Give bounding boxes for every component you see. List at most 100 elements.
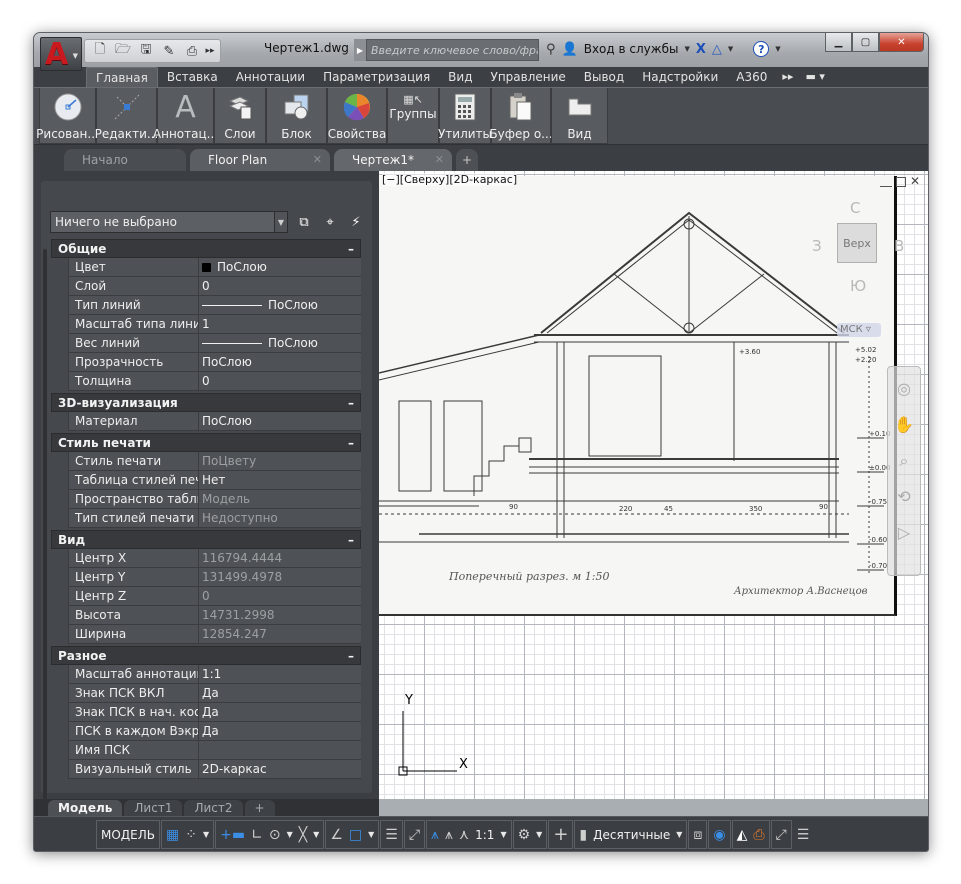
ribbon-tab-manage[interactable]: Управление (482, 67, 575, 87)
property-row[interactable]: Знак ПСК в нач. коо...Да (68, 703, 361, 722)
annotation-monitor-toggle[interactable]: + (548, 820, 574, 849)
property-value[interactable]: 2D-каркас (199, 760, 361, 778)
annotation-scale-icon[interactable]: ⋏ (459, 827, 469, 843)
model-space-toggle[interactable]: МОДЕЛЬ (96, 820, 161, 849)
auto-scale-icon[interactable]: ⩚ (445, 827, 453, 843)
property-value[interactable]: 0 (199, 372, 361, 390)
close-tab-icon[interactable]: ✕ (313, 149, 322, 171)
property-section-header[interactable]: Общие – (51, 239, 361, 258)
open-icon[interactable]: 🗁 (113, 41, 133, 61)
ribbon-modify-button[interactable]: Редакти... (95, 88, 158, 144)
isometric-drafting-icon[interactable]: ╳ (299, 827, 307, 843)
property-value[interactable]: ПоСлою (199, 412, 361, 430)
steering-wheel-icon[interactable]: ◎ (892, 379, 916, 403)
ribbon-tab-annotate[interactable]: Аннотации (227, 67, 314, 87)
more-icon[interactable]: ▸▸ (205, 41, 215, 61)
polar-tracking-icon[interactable]: ⊙ (269, 827, 281, 843)
property-row[interactable]: Толщина 0 (68, 372, 361, 391)
zoom-extents-icon[interactable]: ⌕ (892, 451, 916, 475)
chevron-down-icon[interactable]: ▼ (676, 830, 682, 839)
property-row[interactable]: Стиль печати ПоЦвету (68, 452, 361, 471)
select-objects-icon[interactable]: ⌖ (320, 212, 340, 232)
property-row[interactable]: Таблица стилей печ...Нет (68, 471, 361, 490)
property-row[interactable]: Пространство табли...Модель (68, 490, 361, 509)
property-value[interactable]: 1:1 (199, 665, 361, 683)
orbit-icon[interactable]: ⟲ (892, 487, 916, 511)
ribbon-tab-parametric[interactable]: Параметризация (314, 67, 439, 87)
new-tab-button[interactable]: + (456, 149, 478, 171)
doc-tab-drawing1[interactable]: Чертеж1* ✕ (334, 149, 452, 171)
clean-screen-toggle[interactable]: ⤢ (770, 820, 792, 849)
ribbon-properties-button[interactable]: Свойства (327, 88, 387, 144)
ribbon-clipboard-button[interactable]: Буфер о... (489, 88, 553, 144)
property-section-header[interactable]: Вид – (51, 530, 361, 549)
layout-tab-sheet2[interactable]: Лист2 (184, 800, 243, 816)
chevron-right-icon[interactable]: ▶ (354, 39, 366, 61)
ribbon-tab-a360[interactable]: A360 (727, 67, 776, 87)
grid-display-icon[interactable]: ▦ (166, 827, 179, 843)
ribbon-minimize-icon[interactable]: ▬ ▾ (799, 67, 830, 87)
close-button[interactable]: ✕ (879, 33, 924, 52)
chevron-down-icon[interactable]: ▼ (536, 830, 542, 839)
chevron-down-icon[interactable]: ▼ (500, 830, 506, 839)
chevron-down-icon[interactable]: ▼ (775, 45, 780, 53)
property-row[interactable]: Цвет ПоСлою (68, 258, 361, 277)
minimize-button[interactable]: ▁ (825, 33, 852, 52)
object-snap-tracking-icon[interactable]: ∠ (330, 827, 343, 843)
collapse-icon[interactable]: – (348, 242, 354, 256)
quick-properties-toggle[interactable]: ⧈ (688, 820, 708, 849)
annotation-visibility-icon[interactable]: ⩚ (431, 827, 439, 843)
toggle-pickadd-icon[interactable]: ⧉ (294, 212, 314, 232)
ribbon-utilities-button[interactable]: Утилиты (438, 88, 492, 144)
drawing-viewport[interactable]: [−][Сверху][2D-каркас] ✕ +3.60 +5.02 +2.… (379, 171, 928, 799)
ribbon-tab-addins[interactable]: Надстройки (633, 67, 727, 87)
property-row[interactable]: Центр Y 131499.4978 (68, 568, 361, 587)
add-layout-button[interactable]: + (244, 800, 275, 816)
property-section-header[interactable]: Стиль печати – (51, 433, 361, 452)
property-row[interactable]: Тип линий ПоСлою (68, 296, 361, 315)
binoculars-icon[interactable]: ⚲ (546, 42, 556, 57)
property-row[interactable]: Ширина 12854.247 (68, 625, 361, 644)
doc-tab-floor-plan[interactable]: Floor Plan Sample*✕ (190, 149, 330, 189)
autodesk-a360-icon[interactable]: △ (712, 42, 722, 57)
help-icon[interactable]: ? (753, 41, 770, 57)
units-dropdown[interactable]: Десятичные (593, 828, 670, 842)
chevron-down-icon[interactable]: ▼ (203, 830, 209, 839)
close-tab-icon[interactable]: ✕ (435, 149, 444, 171)
snap-mode-icon[interactable]: ⁘ (185, 827, 197, 843)
viewport-controls-label[interactable]: [−][Сверху][2D-каркас] (382, 173, 518, 186)
ribbon-annotation-button[interactable]: A Аннотац... (153, 88, 218, 144)
property-value[interactable]: 0 (199, 277, 361, 295)
property-section-header[interactable]: 3D-визуализация – (51, 393, 361, 412)
object-snap-icon[interactable]: □ (349, 827, 362, 843)
layout-tab-model[interactable]: Модель (48, 800, 123, 816)
property-row[interactable]: Визуальный стиль 2D-каркас (68, 760, 361, 779)
customization-menu-button[interactable]: ☰ (793, 820, 814, 849)
application-menu-button[interactable]: A ▼ (40, 37, 82, 72)
dynamic-ucs-toggle[interactable]: ⤢ (403, 820, 426, 849)
property-value[interactable]: Да (199, 703, 361, 721)
sign-in-button[interactable]: Вход в службы (584, 42, 679, 56)
properties-scrollbar[interactable] (43, 249, 47, 809)
more-tabs-icon[interactable]: ▸▸ (776, 67, 799, 87)
property-value[interactable]: 1 (199, 315, 361, 333)
isolate-objects-toggle[interactable]: ◉ (708, 820, 731, 849)
viewcube-west[interactable]: З (812, 237, 822, 255)
property-value[interactable]: Да (199, 722, 361, 740)
selection-dropdown[interactable]: Ничего не выбрано ▼ (50, 211, 288, 233)
property-row[interactable]: Масштаб типа линий 1 (68, 315, 361, 334)
viewcube-east[interactable]: В (894, 237, 904, 255)
chevron-down-icon[interactable]: ▼ (684, 45, 689, 53)
property-value[interactable]: ПоСлою (199, 296, 361, 314)
ribbon-tab-insert[interactable]: Вставка (158, 67, 227, 87)
property-value[interactable]: Нет (199, 471, 361, 489)
ribbon-view-button[interactable]: Вид (551, 88, 608, 144)
property-value[interactable] (199, 741, 361, 759)
ribbon-groups-button[interactable]: ▦↖ Группы (387, 88, 439, 144)
property-row[interactable]: Имя ПСК (68, 741, 361, 760)
chevron-down-icon[interactable]: ▼ (728, 45, 733, 53)
ribbon-tab-view[interactable]: Вид (439, 67, 481, 87)
property-section-header[interactable]: Разное – (51, 646, 361, 665)
property-value[interactable]: ПоСлою (199, 334, 361, 352)
property-row[interactable]: Слой 0 (68, 277, 361, 296)
